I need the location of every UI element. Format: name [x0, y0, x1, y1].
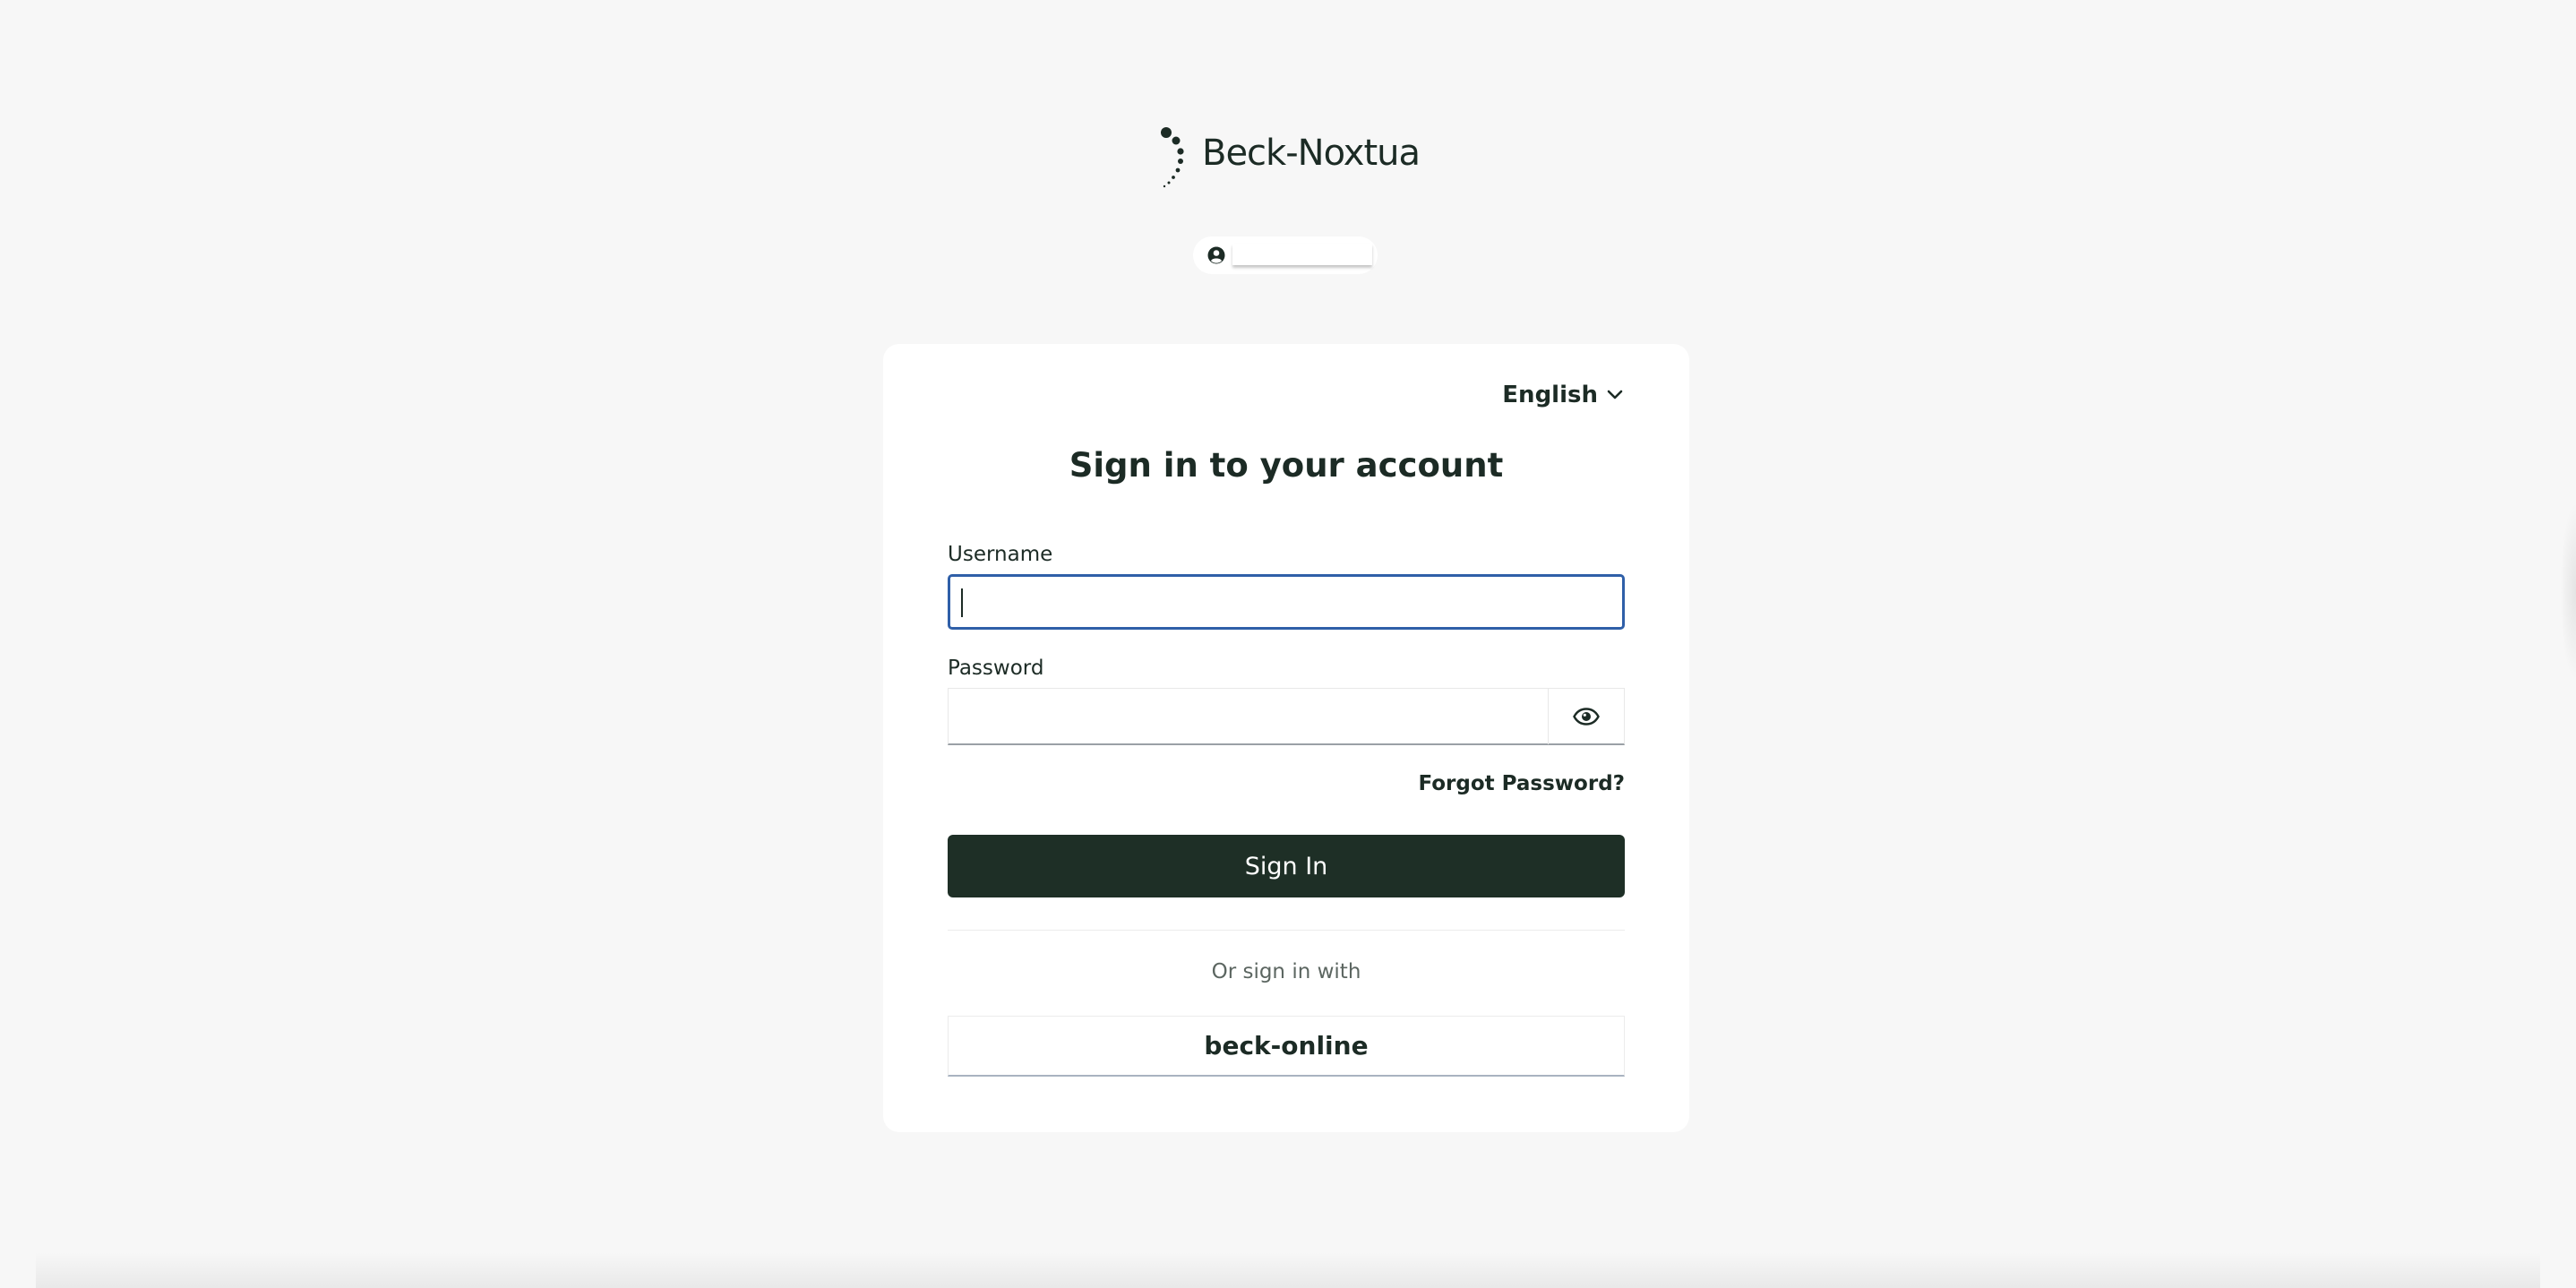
language-selector[interactable]: English [1502, 382, 1623, 408]
bottom-shadow [36, 1252, 2540, 1288]
brand-name: Beck-Noxtua [1202, 133, 1421, 174]
dotted-arc-logo-icon [1161, 127, 1184, 188]
page-title: Sign in to your account [1069, 446, 1504, 485]
eye-icon [1573, 708, 1600, 726]
user-circle-icon [1207, 246, 1225, 264]
text-caret [961, 588, 963, 617]
username-input[interactable] [948, 574, 1625, 630]
password-label: Password [948, 657, 1044, 680]
username-label: Username [948, 543, 1053, 566]
beck-online-signin-button[interactable]: beck-online [948, 1016, 1625, 1077]
chevron-down-icon [1607, 390, 1623, 399]
forgot-password-link[interactable]: Forgot Password? [1418, 772, 1625, 795]
password-input[interactable] [948, 688, 1625, 745]
sign-in-button[interactable]: Sign In [948, 835, 1625, 897]
edge-shadow [2560, 502, 2576, 681]
user-name-field[interactable] [1232, 244, 1372, 265]
alt-signin-text: Or sign in with [1211, 960, 1361, 983]
login-page: Beck-Noxtua English Sign in to your acco… [0, 0, 2576, 1288]
divider [948, 930, 1625, 931]
user-account-pill[interactable] [1193, 236, 1378, 274]
login-card: English Sign in to your account Username… [883, 344, 1689, 1132]
show-password-button[interactable] [1548, 689, 1624, 744]
brand-logo: Beck-Noxtua [1159, 125, 1428, 192]
language-label: English [1502, 382, 1598, 408]
